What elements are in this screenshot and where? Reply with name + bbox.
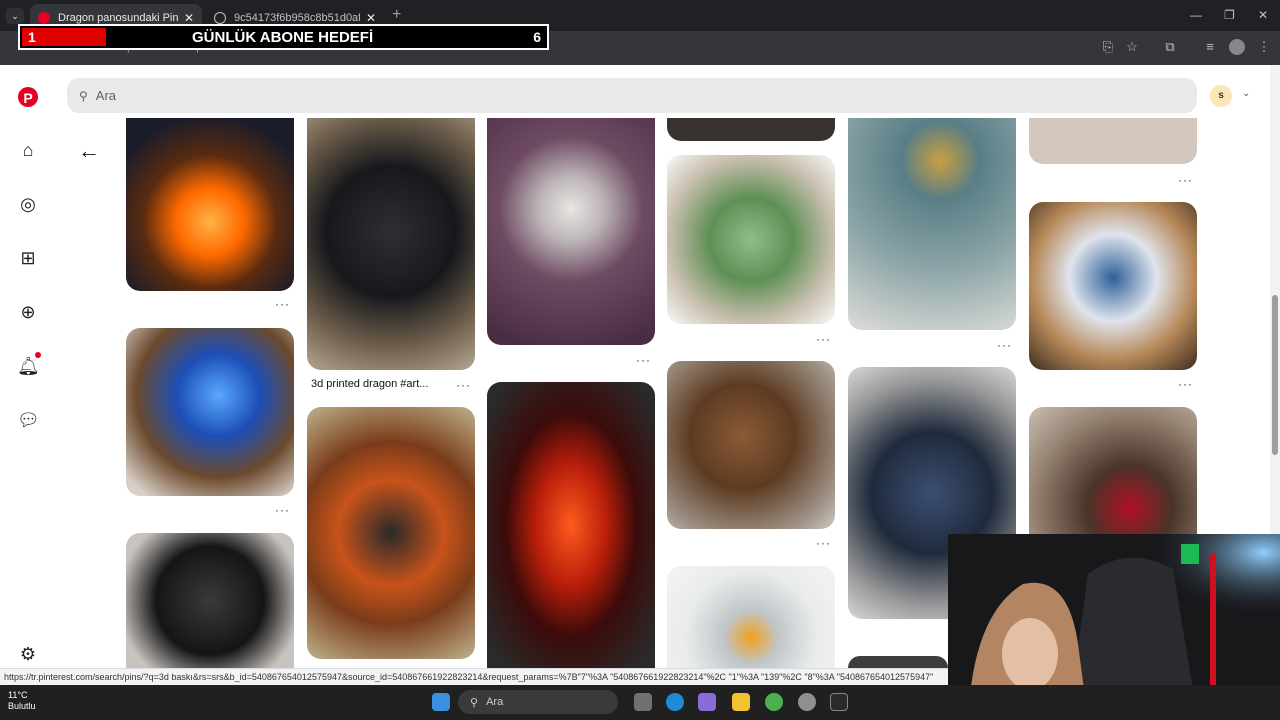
- restore-button[interactable]: ❐: [1224, 8, 1235, 22]
- pin-more-button[interactable]: ···: [816, 536, 831, 550]
- pin-dragon-hairclip[interactable]: [1029, 407, 1197, 534]
- pin-more-button[interactable]: ···: [456, 378, 471, 392]
- pin-blue-dragon-table[interactable]: [126, 328, 294, 496]
- pin-more-button[interactable]: ···: [1178, 173, 1193, 187]
- pin-more-button[interactable]: ···: [816, 332, 831, 346]
- search-bar[interactable]: ⚲ Ara: [67, 78, 1197, 113]
- pinterest-logo-icon[interactable]: P: [18, 87, 38, 107]
- avatar[interactable]: s: [1210, 85, 1232, 107]
- menu-kebab-icon[interactable]: ⋮: [1256, 39, 1272, 55]
- notifications-bell-icon[interactable]: 🔔︎: [17, 355, 40, 377]
- chrome-icon[interactable]: [765, 693, 783, 711]
- home-icon[interactable]: ⌂: [17, 139, 39, 161]
- goal-target: 6: [533, 29, 541, 45]
- copilot-icon[interactable]: [698, 693, 716, 711]
- scrollbar-thumb[interactable]: [1272, 295, 1278, 455]
- pin-more-button[interactable]: ···: [997, 338, 1012, 352]
- close-tab-icon[interactable]: ✕: [184, 11, 194, 25]
- new-tab-button[interactable]: +: [392, 6, 401, 24]
- media-control-icon[interactable]: ≡: [1202, 39, 1218, 55]
- pinterest-favicon-icon: [38, 11, 50, 24]
- pin-lamp-glow[interactable]: [126, 118, 294, 291]
- terminal-icon[interactable]: [830, 693, 848, 711]
- pin-more-button[interactable]: ···: [1178, 377, 1193, 391]
- windows-taskbar: 11°C Bulutlu ⚲ Ara: [0, 685, 1280, 720]
- weather-condition: Bulutlu: [8, 701, 36, 711]
- taskbar-search-input[interactable]: Ara: [486, 696, 503, 708]
- tab-title: Dragon panosundaki Pin: [58, 11, 178, 24]
- obs-icon[interactable]: [798, 693, 816, 711]
- back-arrow-icon[interactable]: ←: [78, 138, 100, 164]
- create-icon[interactable]: ⊕: [17, 301, 39, 323]
- pin-caption: 3d printed dragon #art...: [311, 378, 429, 390]
- pin-dragon-eye-cake[interactable]: [667, 566, 835, 668]
- temperature: 11°C: [8, 690, 28, 700]
- globe-icon: [214, 11, 226, 24]
- notification-dot: [35, 352, 41, 358]
- profile-avatar[interactable]: [1229, 39, 1245, 55]
- pin-more-button[interactable]: ···: [275, 503, 290, 517]
- pin-black-gold-dragon[interactable]: [307, 118, 475, 370]
- close-window-button[interactable]: ✕: [1258, 8, 1268, 22]
- pin-skeleton-cat[interactable]: [487, 118, 655, 345]
- edge-icon[interactable]: [666, 693, 684, 711]
- pin-more-button[interactable]: ···: [275, 297, 290, 311]
- bookmark-star-icon[interactable]: ☆: [1124, 39, 1140, 55]
- pin-dragon-bookshelf[interactable]: [667, 361, 835, 529]
- search-icon: ⚲: [79, 88, 88, 103]
- pin-dragon-book-cover[interactable]: [848, 118, 1016, 330]
- settings-gear-icon[interactable]: ⚙: [17, 643, 39, 665]
- pin-more-button[interactable]: ···: [636, 353, 651, 367]
- close-tab-icon[interactable]: ✕: [366, 11, 376, 25]
- extensions-icon[interactable]: ⧉: [1162, 39, 1178, 55]
- subscriber-goal-overlay: 1 GÜNLÜK ABONE HEDEFİ 6: [18, 24, 549, 50]
- chevron-down-icon[interactable]: ⌄: [1242, 88, 1250, 99]
- pinterest-sidebar: P ⌂ ◎ ⊞ ⊕ 🔔︎ 💬︎ ⚙: [0, 65, 56, 685]
- pin-top-strip[interactable]: [667, 118, 835, 141]
- messages-icon[interactable]: 💬︎: [17, 409, 40, 431]
- file-explorer-icon[interactable]: [732, 693, 750, 711]
- pin-paper-dragon[interactable]: [667, 155, 835, 324]
- pin-black-dragon-baby[interactable]: [126, 533, 294, 668]
- tab-search-button[interactable]: ⌄: [6, 8, 24, 24]
- status-bar-link: https://tr.pinterest.com/search/pins/?q=…: [0, 668, 948, 685]
- goal-current: 1: [28, 29, 36, 45]
- search-input[interactable]: Ara: [96, 88, 116, 103]
- pin-hand-ring[interactable]: [1029, 118, 1197, 164]
- task-view-icon[interactable]: [634, 693, 652, 711]
- minimize-button[interactable]: —: [1190, 8, 1202, 22]
- boards-icon[interactable]: ⊞: [17, 247, 39, 269]
- search-icon: ⚲: [470, 696, 479, 709]
- tab-title: 9c54173f6b958c8b51d0afb26d: [234, 11, 360, 24]
- weather-widget[interactable]: 11°C Bulutlu: [8, 690, 36, 712]
- windows-start-icon[interactable]: [432, 693, 450, 711]
- pin-red-egg-dragon[interactable]: [487, 382, 655, 668]
- pin-bottom-strip[interactable]: [848, 656, 948, 668]
- pin-baby-dragons-nest[interactable]: [1029, 202, 1197, 370]
- goal-label: GÜNLÜK ABONE HEDEFİ: [192, 29, 374, 46]
- explore-compass-icon[interactable]: ◎: [17, 193, 39, 215]
- pin-dragon-cake[interactable]: [307, 407, 475, 659]
- install-icon[interactable]: ⎘: [1100, 39, 1116, 55]
- taskbar-search[interactable]: ⚲ Ara: [458, 690, 618, 714]
